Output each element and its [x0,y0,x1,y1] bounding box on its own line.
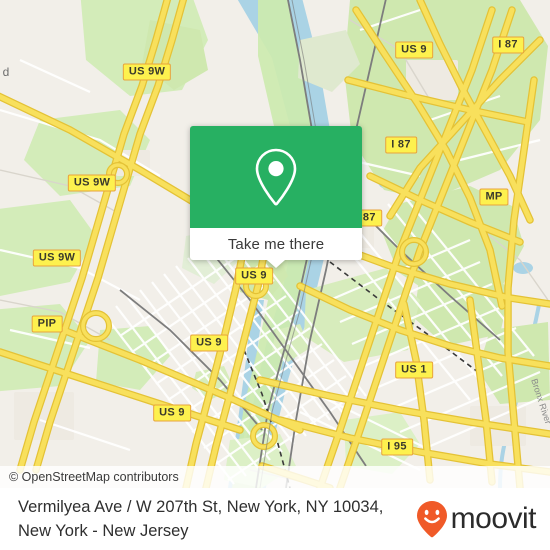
shield-i-87-topright: I 87 [492,36,524,54]
map-attribution-bar: © OpenStreetMap contributors [0,466,550,488]
footer-bar: Vermilyea Ave / W 207th St, New York, NY… [0,488,550,550]
shield-us-9w-top: US 9W [122,63,172,81]
shield-us-1: US 1 [395,361,433,379]
openstreetmap-attribution[interactable]: © OpenStreetMap contributors [0,470,179,484]
map-canvas[interactable]: d US 9W US 9W US 9W PIP US 9I 87 I 87 MP I 87 US … [0,0,550,488]
shield-us-9w-mid: US 9W [67,174,117,192]
map-pin-icon [255,148,297,206]
moovit-wordmark: moovit [450,502,537,535]
shield-us-9-center: US 9 [235,267,273,285]
shield-us-9w-left: US 9W [32,249,82,267]
shield-i-87-mid: I 87 [385,136,417,154]
take-me-there-button[interactable]: Take me there [190,228,362,268]
address-line-2: New York - New Jersey [18,522,189,540]
take-me-there-label: Take me there [227,235,325,253]
shield-pip: PIP [31,315,63,333]
footer-content: Vermilyea Ave / W 207th St, New York, NY… [0,488,550,550]
map-label-d: d [2,65,10,79]
shield-mp: MP [479,188,509,206]
shield-us-9-lower: US 9 [190,334,228,352]
moovit-smile-pin-icon [416,501,447,538]
moovit-logo[interactable]: moovit [416,500,537,538]
shield-us-9-top: US 9 [395,41,433,59]
address-line-1: Vermilyea Ave / W 207th St, New York, NY… [18,498,384,516]
take-me-there-callout[interactable]: Take me there [190,126,362,268]
moovit-map-screen: d US 9W US 9W US 9W PIP US 9I 87 I 87 MP I 87 US … [0,0,550,550]
shield-i-95: I 95 [381,438,413,456]
callout-pointer-tail [267,260,285,268]
location-address: Vermilyea Ave / W 207th St, New York, NY… [18,495,383,543]
shield-us-9-bottom: US 9 [153,404,191,422]
callout-icon-panel [190,126,362,228]
